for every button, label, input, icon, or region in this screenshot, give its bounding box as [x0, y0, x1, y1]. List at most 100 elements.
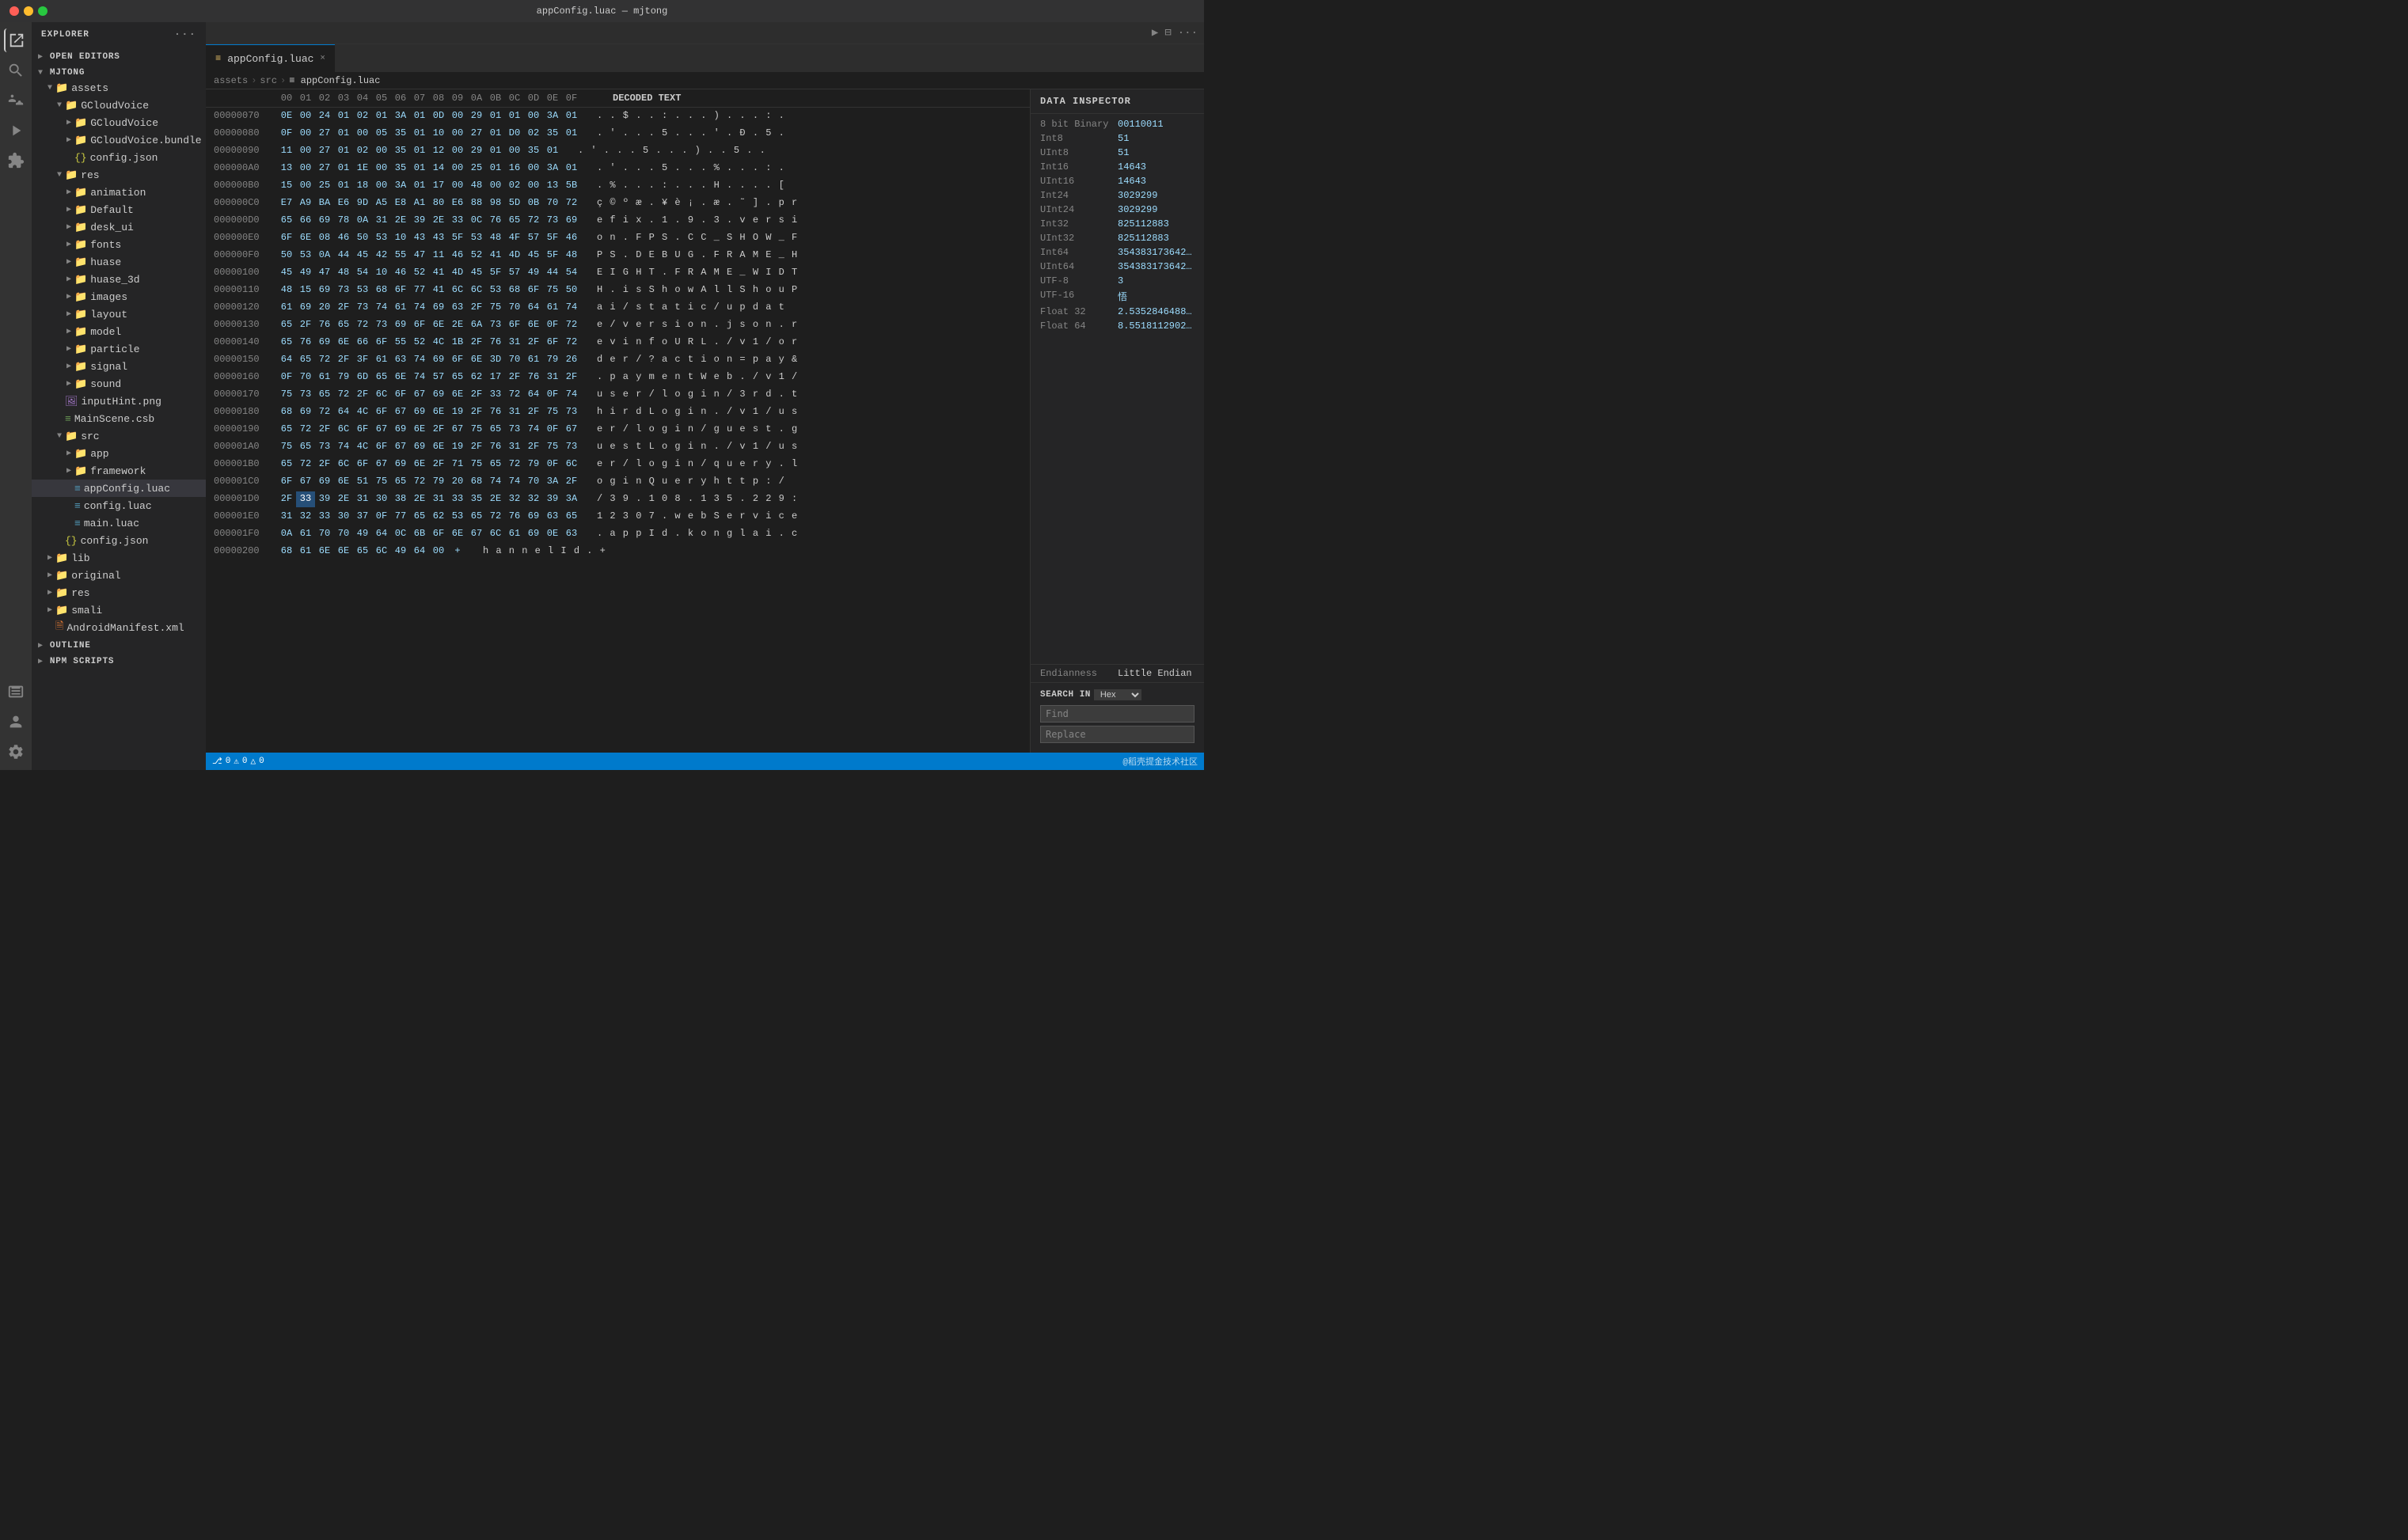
hex-byte[interactable]: 69 [429, 387, 448, 402]
hex-byte[interactable]: 4D [448, 265, 467, 280]
hex-byte[interactable]: 01 [562, 161, 581, 176]
hex-byte[interactable]: 74 [524, 422, 543, 437]
hex-byte[interactable]: 88 [467, 195, 486, 211]
hex-byte[interactable]: 65 [372, 370, 391, 385]
hex-byte[interactable]: 74 [410, 352, 429, 367]
hex-byte[interactable]: 24 [315, 108, 334, 123]
hex-byte[interactable]: 67 [410, 387, 429, 402]
hex-byte[interactable]: 75 [486, 300, 505, 315]
hex-byte[interactable]: 67 [391, 439, 410, 454]
hex-byte[interactable]: 46 [448, 248, 467, 263]
hex-byte[interactable]: 75 [543, 439, 562, 454]
hex-byte[interactable]: 69 [315, 474, 334, 489]
hex-byte[interactable]: 00 [372, 178, 391, 193]
hex-byte[interactable]: 01 [334, 143, 353, 158]
hex-byte[interactable]: 65 [448, 370, 467, 385]
hex-byte[interactable]: 65 [296, 352, 315, 367]
hex-byte[interactable]: 69 [429, 300, 448, 315]
hex-byte[interactable]: 70 [505, 300, 524, 315]
hex-byte[interactable]: 3A [562, 491, 581, 506]
hex-byte[interactable]: 6F [429, 526, 448, 541]
sidebar-item-default[interactable]: ▶ 📁 Default [32, 201, 206, 218]
hex-byte[interactable]: 01 [410, 108, 429, 123]
hex-byte[interactable]: 73 [334, 283, 353, 298]
hex-byte[interactable]: 74 [372, 300, 391, 315]
hex-byte[interactable]: 75 [467, 422, 486, 437]
hex-byte[interactable]: 72 [524, 213, 543, 228]
hex-byte[interactable]: 6E [334, 544, 353, 559]
sidebar-item-gcloudvoice-parent[interactable]: ▼ 📁 GCloudVoice [32, 97, 206, 114]
hex-byte[interactable]: 01 [486, 108, 505, 123]
hex-byte[interactable]: 35 [391, 143, 410, 158]
hex-byte[interactable]: 77 [410, 283, 429, 298]
hex-row[interactable]: 000001D02F33392E3130382E3133352E3232393A… [206, 491, 1030, 508]
run-icon[interactable] [4, 119, 28, 142]
hex-byte[interactable]: 75 [467, 457, 486, 472]
hex-byte[interactable]: 0C [467, 213, 486, 228]
hex-byte[interactable]: 75 [277, 439, 296, 454]
hex-byte[interactable]: 35 [467, 491, 486, 506]
hex-byte[interactable]: 69 [524, 526, 543, 541]
hex-byte[interactable]: 15 [277, 178, 296, 193]
sidebar-item-config-json-2[interactable]: ▶ {} config.json [32, 532, 206, 549]
hex-byte[interactable]: 72 [562, 335, 581, 350]
hex-byte[interactable]: 2F [467, 387, 486, 402]
sidebar-item-gcloudvoice-bundle[interactable]: ▶ 📁 GCloudVoice.bundle [32, 131, 206, 149]
hex-byte[interactable]: 31 [543, 370, 562, 385]
open-editors-section[interactable]: ▶ OPEN EDITORS [32, 47, 206, 63]
hex-byte[interactable]: 6E [467, 352, 486, 367]
hex-byte[interactable]: 2F [562, 370, 581, 385]
hex-byte[interactable]: 65 [277, 335, 296, 350]
hex-byte[interactable]: 00 [524, 108, 543, 123]
hex-byte[interactable]: 69 [410, 404, 429, 419]
hex-byte[interactable]: 64 [410, 544, 429, 559]
hex-row[interactable]: 000001104815697353686F77416C6C53686F7550… [206, 282, 1030, 299]
hex-byte[interactable]: 35 [391, 126, 410, 141]
hex-byte[interactable]: 67 [372, 422, 391, 437]
hex-byte[interactable]: 00 [448, 108, 467, 123]
hex-byte[interactable]: 6C [334, 457, 353, 472]
sidebar-item-lib[interactable]: ▶ 📁 lib [32, 549, 206, 567]
hex-byte[interactable]: 49 [391, 544, 410, 559]
hex-row[interactable]: 00000090110027010200350112002901003501 .… [206, 142, 1030, 160]
hex-byte[interactable]: 2E [410, 491, 429, 506]
hex-byte[interactable]: 01 [334, 126, 353, 141]
hex-byte[interactable]: 75 [543, 283, 562, 298]
hex-byte[interactable]: 2F [315, 457, 334, 472]
hex-byte[interactable]: 53 [486, 283, 505, 298]
hex-byte[interactable]: 62 [467, 370, 486, 385]
hex-byte[interactable]: 01 [372, 108, 391, 123]
hex-byte[interactable]: 53 [353, 283, 372, 298]
hex-byte[interactable]: 2F [505, 370, 524, 385]
hex-byte[interactable]: 68 [467, 474, 486, 489]
hex-byte[interactable]: 65 [486, 457, 505, 472]
hex-byte[interactable]: 63 [448, 300, 467, 315]
hex-byte[interactable]: 67 [296, 474, 315, 489]
hex-byte[interactable]: 74 [562, 387, 581, 402]
hex-byte[interactable]: 6C [448, 283, 467, 298]
hex-byte[interactable]: 6E [429, 404, 448, 419]
hex-byte[interactable]: 4F [505, 230, 524, 245]
hex-byte[interactable]: 31 [277, 509, 296, 524]
hex-byte[interactable]: BA [315, 195, 334, 211]
hex-byte[interactable]: 2F [296, 317, 315, 332]
hex-byte[interactable]: 49 [296, 265, 315, 280]
split-editor-icon[interactable]: ⊟ [1164, 26, 1171, 40]
hex-byte[interactable]: 54 [562, 265, 581, 280]
hex-byte[interactable]: + [448, 544, 467, 559]
hex-byte[interactable]: 52 [467, 248, 486, 263]
hex-byte[interactable]: 0B [524, 195, 543, 211]
hex-byte[interactable]: 25 [315, 178, 334, 193]
hex-byte[interactable]: 79 [543, 352, 562, 367]
hex-byte[interactable]: 27 [315, 126, 334, 141]
hex-byte[interactable]: 55 [391, 248, 410, 263]
hex-byte[interactable]: 14 [429, 161, 448, 176]
hex-byte[interactable]: 67 [372, 457, 391, 472]
hex-byte[interactable]: 39 [410, 213, 429, 228]
sidebar-item-androidmanifest[interactable]: ▶ 🗎 AndroidManifest.xml [32, 619, 206, 636]
breadcrumb-file[interactable]: ≡ appConfig.luac [289, 75, 380, 86]
hex-byte[interactable]: 6F [448, 352, 467, 367]
hex-byte[interactable]: 05 [372, 126, 391, 141]
hex-byte[interactable]: 01 [562, 126, 581, 141]
hex-byte[interactable]: 77 [391, 509, 410, 524]
